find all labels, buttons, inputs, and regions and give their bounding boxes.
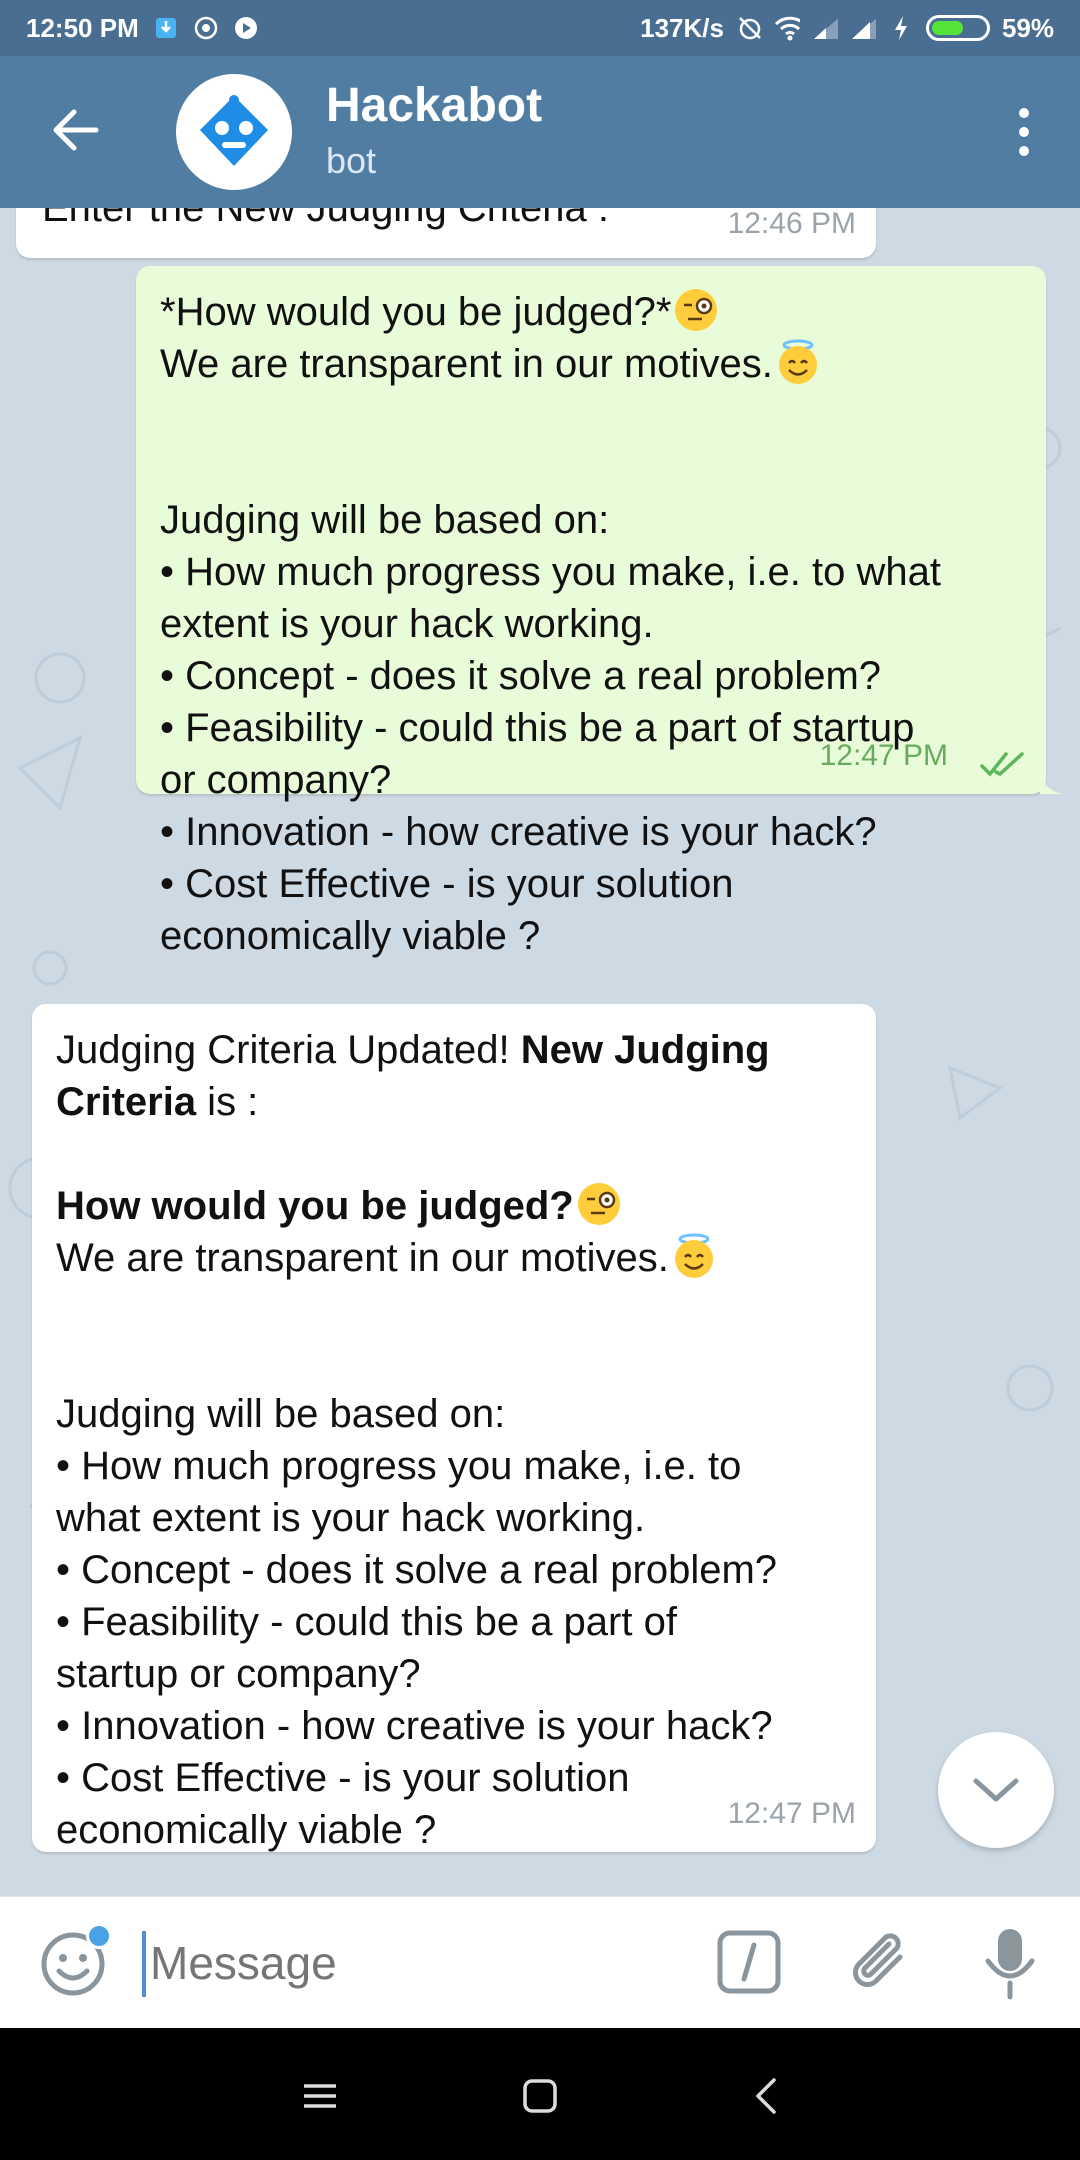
chat-header: Hackabot bot <box>0 56 1080 208</box>
message-line: • How much progress you make, i.e. to wh… <box>160 550 941 594</box>
message-line: startup or company? <box>56 1652 421 1696</box>
charging-icon <box>888 15 914 41</box>
network-speed: 137K/s <box>640 12 724 43</box>
message-line <box>160 442 941 494</box>
arrow-left-icon[interactable] <box>44 98 108 162</box>
message-line: How would you be judged? <box>56 1180 777 1232</box>
bubble-tail <box>1040 772 1062 794</box>
message-bubble-incoming-partial[interactable]: Enter the New Judging Criteria : 12:46 P… <box>16 208 876 258</box>
battery-percent: 59% <box>1001 12 1054 43</box>
slash-command-icon[interactable] <box>716 1929 782 1995</box>
message-line: • Cost Effective - is your solution <box>56 1756 630 1800</box>
status-time: 12:50 PM <box>26 12 139 43</box>
message-line: • Feasibility - could this be a part of <box>56 1600 677 1644</box>
message-line: We are transparent in our motives. <box>56 1232 777 1284</box>
message-time: 12:46 PM <box>727 208 856 240</box>
robot-icon <box>200 95 268 166</box>
message-line: Judging will be based on: <box>56 1392 506 1436</box>
status-bar: 12:50 PM 137K/s 59% <box>0 0 1080 56</box>
wifi-icon <box>774 15 800 41</box>
message-line: economically viable ? <box>56 1808 437 1852</box>
message-text: Enter the New Judging Criteria : <box>42 208 609 230</box>
chat-subtitle: bot <box>326 140 377 181</box>
message-line: Judging will be based on: <box>160 498 610 542</box>
avatar[interactable] <box>176 74 292 190</box>
message-line: *How would you be judged?* <box>160 286 941 338</box>
message-line: • Innovation - how creative is your hack… <box>56 1704 773 1748</box>
back-icon[interactable] <box>744 2072 792 2120</box>
message-line: • Concept - does it solve a real problem… <box>160 654 882 698</box>
message-line <box>160 390 941 442</box>
text-cursor <box>142 1931 146 1997</box>
microphone-icon[interactable] <box>980 1925 1040 2001</box>
message-bubble-outgoing[interactable]: *How would you be judged?* We are transp… <box>136 266 1062 958</box>
paperclip-icon[interactable] <box>846 1927 916 1997</box>
chevron-down-icon <box>973 1778 1019 1802</box>
home-icon[interactable] <box>516 2072 564 2120</box>
message-body: Judging Criteria Updated! New Judging Cr… <box>56 1024 777 1856</box>
message-input[interactable] <box>150 1933 670 1993</box>
message-line: Criteria is : <box>56 1080 259 1124</box>
message-line: what extent is your hack working. <box>56 1496 646 1540</box>
message-line: economically viable ? <box>160 914 541 958</box>
more-vertical-icon[interactable] <box>1008 102 1040 162</box>
chat-title: Hackabot <box>326 79 543 132</box>
message-line: • Cost Effective - is your solution <box>160 862 734 906</box>
face-with-monocle-icon <box>576 1181 622 1227</box>
message-composer <box>0 1896 1080 2028</box>
play-store-icon <box>233 15 259 41</box>
notification-dot <box>86 1923 112 1949</box>
message-line: • Concept - does it solve a real problem… <box>56 1548 778 1592</box>
message-bubble-incoming[interactable]: Judging Criteria Updated! New Judging Cr… <box>32 1004 876 1852</box>
message-time: 12:47 PM <box>727 1797 856 1830</box>
chat-area[interactable]: Enter the New Judging Criteria : 12:46 P… <box>0 208 1080 1896</box>
message-line: extent is your hack working. <box>160 602 654 646</box>
signal-icon-2 <box>850 15 876 41</box>
download-notification-icon <box>153 15 179 41</box>
message-body: *How would you be judged?* We are transp… <box>160 286 941 962</box>
smiling-face-with-halo-icon <box>671 1233 717 1279</box>
message-time: 12:47 PM <box>819 739 948 772</box>
message-line: We are transparent in our motives. <box>160 338 941 390</box>
message-line: Judging Criteria Updated! New Judging <box>56 1028 770 1072</box>
alarm-off-icon <box>736 15 762 41</box>
menu-icon[interactable] <box>296 2072 344 2120</box>
double-check-icon <box>980 752 1024 777</box>
battery-icon <box>925 15 990 41</box>
signal-icon-1 <box>812 15 838 41</box>
scroll-down-button[interactable] <box>938 1732 1054 1848</box>
message-line: • Innovation - how creative is your hack… <box>160 810 877 854</box>
system-navigation-bar <box>0 2028 1080 2160</box>
smiling-face-with-halo-icon <box>775 339 821 385</box>
whatsapp-icon <box>193 15 219 41</box>
face-with-monocle-icon <box>673 287 719 333</box>
message-line: • How much progress you make, i.e. to <box>56 1444 742 1488</box>
